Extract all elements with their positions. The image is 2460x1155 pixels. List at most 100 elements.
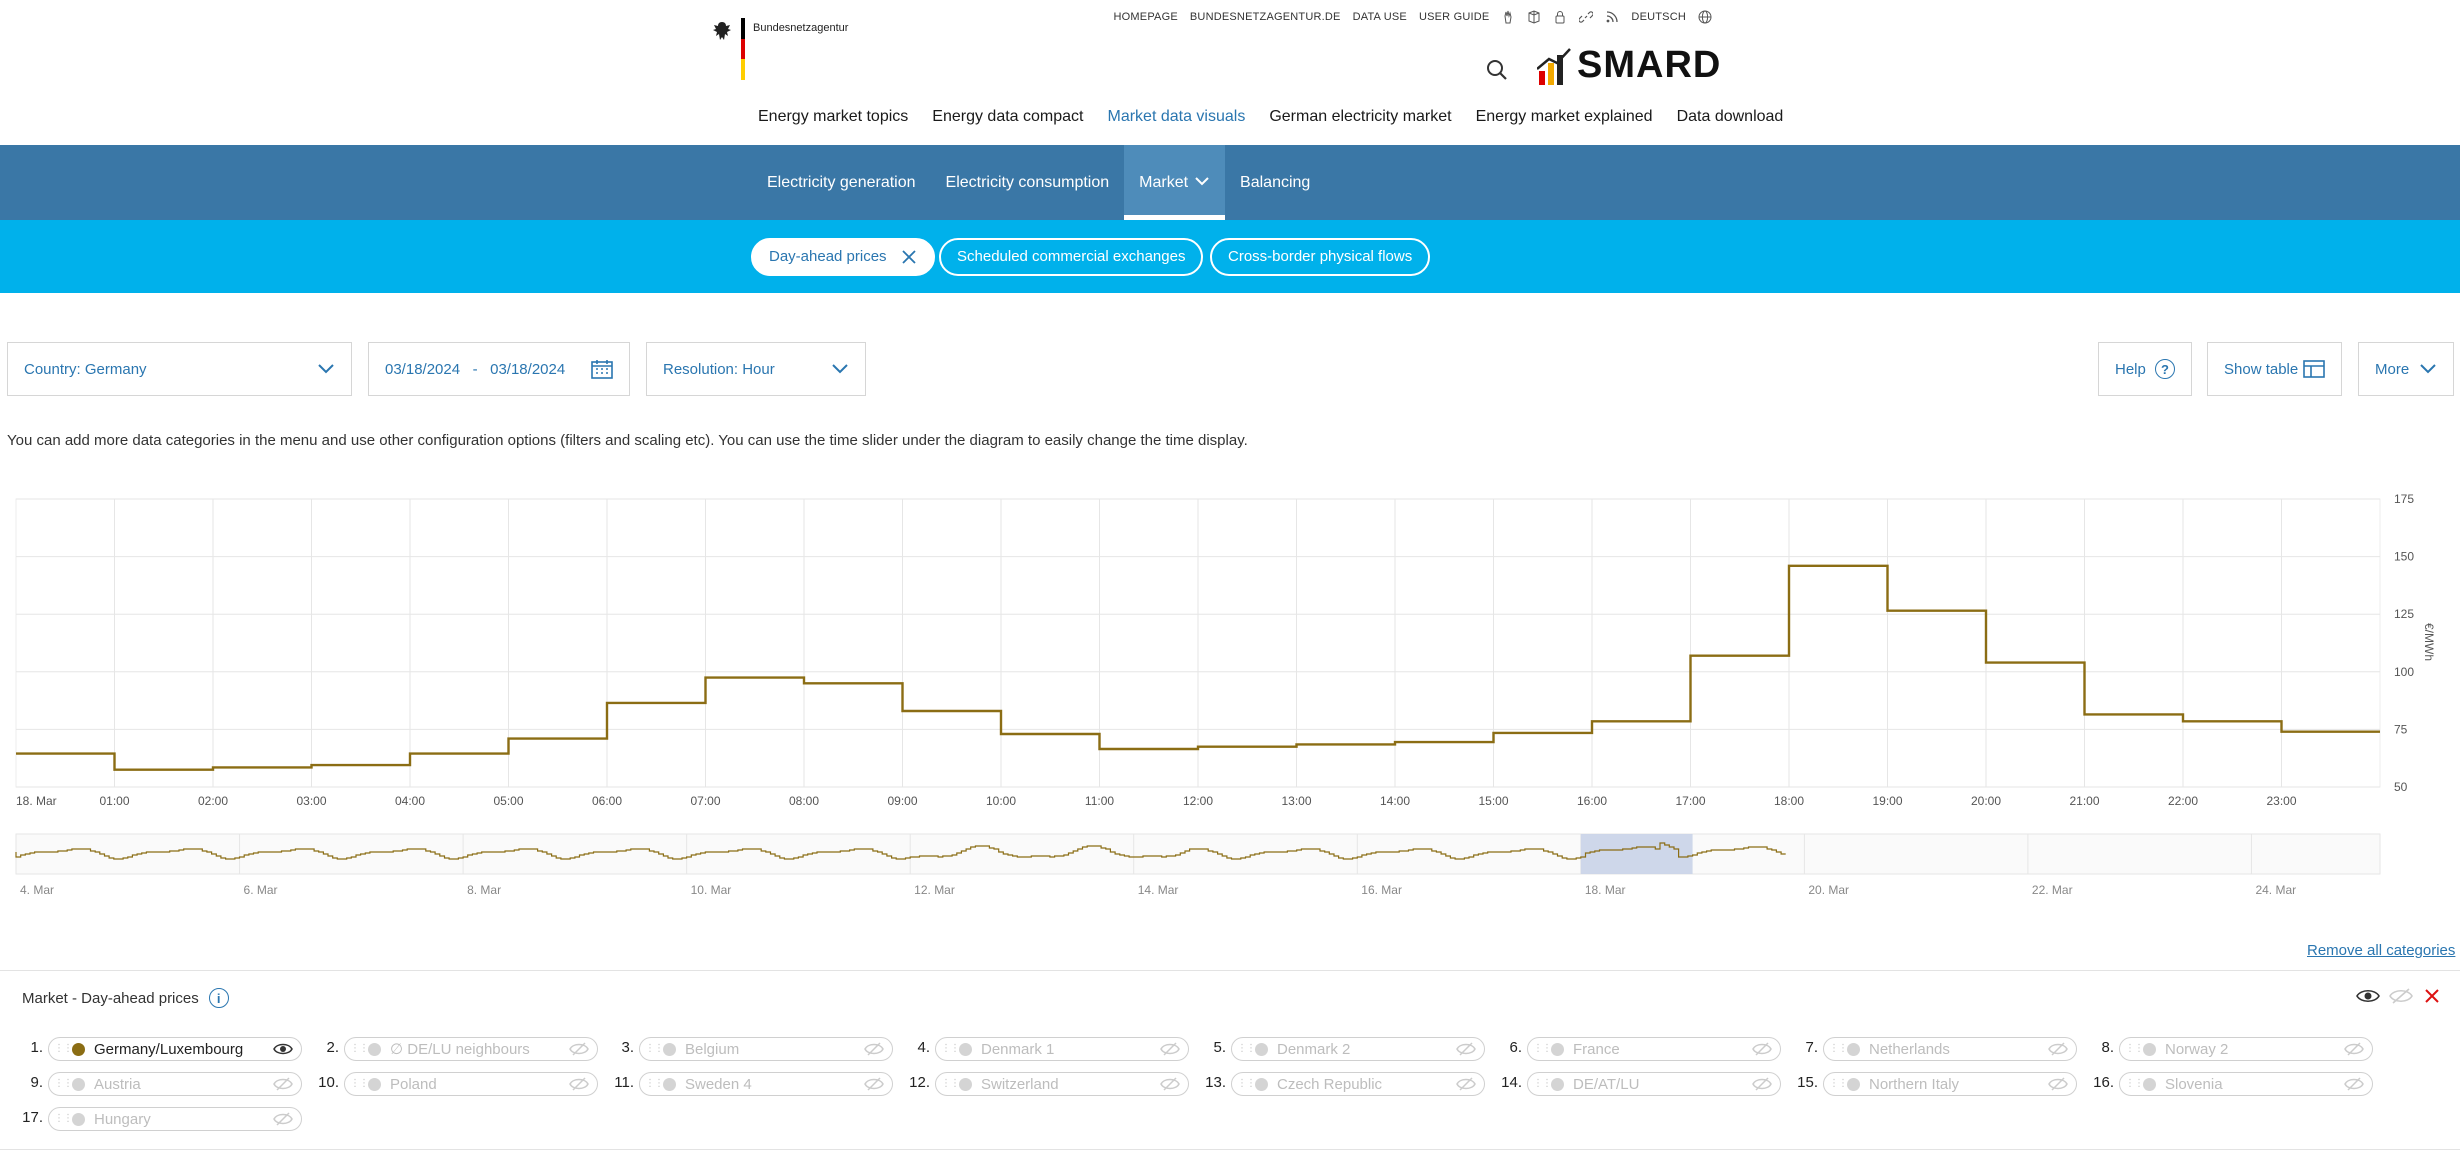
drag-handle-icon[interactable]: ⋮⋮ xyxy=(1533,1044,1552,1054)
drag-handle-icon[interactable]: ⋮⋮ xyxy=(941,1079,960,1089)
eye-off-icon[interactable] xyxy=(273,1077,293,1091)
main-nav-item-german-electricity-market[interactable]: German electricity market xyxy=(1257,104,1463,144)
price-chart[interactable]: 50 75 100 125 150 175 €/MWh 18. Mar 01:00 02:00 03… xyxy=(0,488,2460,898)
drag-handle-icon[interactable]: ⋮⋮ xyxy=(1829,1079,1848,1089)
legend-item[interactable]: ⋮⋮ Denmark 2 xyxy=(1231,1037,1485,1061)
legend-item[interactable]: ⋮⋮ Poland xyxy=(344,1072,598,1096)
data-point[interactable] xyxy=(1001,731,1100,737)
sign-language-icon[interactable] xyxy=(1501,10,1515,24)
eye-off-icon[interactable] xyxy=(2344,1077,2364,1091)
eye-off-icon[interactable] xyxy=(569,1077,589,1091)
remove-all-close-icon[interactable] xyxy=(2424,988,2440,1004)
top-link-homepage[interactable]: HOMEPAGE xyxy=(1114,11,1178,23)
pill-day-ahead-prices[interactable]: Day-ahead prices xyxy=(751,238,935,276)
legend-item[interactable]: ⋮⋮ Czech Republic xyxy=(1231,1072,1485,1096)
drag-handle-icon[interactable]: ⋮⋮ xyxy=(941,1044,960,1054)
easy-language-icon[interactable] xyxy=(1527,10,1541,24)
close-icon[interactable] xyxy=(901,249,917,265)
drag-handle-icon[interactable]: ⋮⋮ xyxy=(1237,1079,1256,1089)
drag-handle-icon[interactable]: ⋮⋮ xyxy=(350,1079,369,1089)
eye-off-icon[interactable] xyxy=(1456,1077,1476,1091)
globe-icon[interactable] xyxy=(1698,10,1712,24)
data-point[interactable] xyxy=(903,708,1002,714)
eye-off-icon[interactable] xyxy=(864,1042,884,1056)
drag-handle-icon[interactable]: ⋮⋮ xyxy=(2125,1079,2144,1089)
language-switch[interactable]: DEUTSCH xyxy=(1631,11,1686,23)
drag-handle-icon[interactable]: ⋮⋮ xyxy=(54,1044,73,1054)
data-point[interactable] xyxy=(1494,730,1593,736)
data-point[interactable] xyxy=(1592,718,1691,724)
eye-icon[interactable] xyxy=(273,1042,293,1056)
data-point[interactable] xyxy=(1198,744,1297,750)
sub-nav-item-balancing[interactable]: Balancing xyxy=(1225,145,1325,220)
eye-off-icon[interactable] xyxy=(1752,1077,1772,1091)
main-nav-item-market-data-visuals[interactable]: Market data visuals xyxy=(1095,104,1258,160)
legend-item[interactable]: ⋮⋮ Northern Italy xyxy=(1823,1072,2077,1096)
eye-off-icon[interactable] xyxy=(273,1112,293,1126)
drag-handle-icon[interactable]: ⋮⋮ xyxy=(645,1044,664,1054)
show-table-button[interactable]: Show table xyxy=(2207,342,2342,396)
data-point[interactable] xyxy=(1100,746,1199,752)
hide-all-eye-icon[interactable] xyxy=(2389,988,2413,1004)
search-icon[interactable] xyxy=(1485,58,1509,82)
data-point[interactable] xyxy=(1297,741,1396,747)
legend-item[interactable]: ⋮⋮ Austria xyxy=(48,1072,302,1096)
eye-off-icon[interactable] xyxy=(1752,1042,1772,1056)
eye-off-icon[interactable] xyxy=(1160,1042,1180,1056)
sub-nav-item-market[interactable]: Market xyxy=(1124,145,1226,220)
drag-handle-icon[interactable]: ⋮⋮ xyxy=(1533,1079,1552,1089)
legend-item[interactable]: ⋮⋮ Denmark 1 xyxy=(935,1037,1189,1061)
top-link-bundesnetzagentur[interactable]: BUNDESNETZAGENTUR.DE xyxy=(1190,11,1341,23)
drag-handle-icon[interactable]: ⋮⋮ xyxy=(54,1079,73,1089)
data-point[interactable] xyxy=(509,736,608,742)
eye-off-icon[interactable] xyxy=(1456,1042,1476,1056)
data-point[interactable] xyxy=(410,751,509,757)
data-point[interactable] xyxy=(1395,739,1494,745)
drag-handle-icon[interactable]: ⋮⋮ xyxy=(2125,1044,2144,1054)
drag-handle-icon[interactable]: ⋮⋮ xyxy=(350,1044,369,1054)
drag-handle-icon[interactable]: ⋮⋮ xyxy=(645,1079,664,1089)
legend-item[interactable]: ⋮⋮ Netherlands xyxy=(1823,1037,2077,1061)
data-point[interactable] xyxy=(2282,729,2381,735)
legend-item[interactable]: ⋮⋮ Norway 2 xyxy=(2119,1037,2373,1061)
data-point[interactable] xyxy=(213,764,312,770)
main-nav-item-energy-market-explained[interactable]: Energy market explained xyxy=(1464,104,1665,144)
data-point[interactable] xyxy=(2085,711,2184,717)
pill-cross-border-physical-flows[interactable]: Cross-border physical flows xyxy=(1210,238,1431,276)
data-point[interactable] xyxy=(706,675,805,681)
legend-item[interactable]: ⋮⋮ ∅ DE/LU neighbours xyxy=(344,1037,598,1061)
legend-item[interactable]: ⋮⋮ France xyxy=(1527,1037,1781,1061)
data-point[interactable] xyxy=(1691,653,1790,659)
help-button[interactable]: Help ? xyxy=(2098,342,2192,396)
data-point[interactable] xyxy=(16,751,115,757)
legend-item[interactable]: ⋮⋮ Hungary xyxy=(48,1107,302,1131)
data-point[interactable] xyxy=(607,700,706,706)
legend-item[interactable]: ⋮⋮ Germany/Luxembourg xyxy=(48,1037,302,1061)
country-select[interactable]: Country: Germany xyxy=(7,342,352,396)
date-range-picker[interactable]: 03/18/2024 - 03/18/2024 xyxy=(368,342,630,396)
sub-nav-item-electricity-generation[interactable]: Electricity generation xyxy=(752,145,931,220)
drag-handle-icon[interactable]: ⋮⋮ xyxy=(1829,1044,1848,1054)
data-point[interactable] xyxy=(312,762,411,768)
eye-off-icon[interactable] xyxy=(569,1042,589,1056)
legend-item[interactable]: ⋮⋮ Sweden 4 xyxy=(639,1072,893,1096)
remove-all-categories-link[interactable]: Remove all categories xyxy=(2307,942,2455,959)
drag-handle-icon[interactable]: ⋮⋮ xyxy=(1237,1044,1256,1054)
main-nav-item-energy-market-topics[interactable]: Energy market topics xyxy=(746,104,920,144)
bundesnetzagentur-logo[interactable]: Bundesnetzagentur xyxy=(711,18,848,81)
eye-off-icon[interactable] xyxy=(2344,1042,2364,1056)
data-point[interactable] xyxy=(1888,608,1987,614)
data-point[interactable] xyxy=(2183,718,2282,724)
main-nav-item-data-download[interactable]: Data download xyxy=(1665,104,1796,144)
link-icon[interactable] xyxy=(1579,10,1594,24)
data-point[interactable] xyxy=(1789,563,1888,569)
resolution-select[interactable]: Resolution: Hour xyxy=(646,342,866,396)
eye-off-icon[interactable] xyxy=(2048,1077,2068,1091)
top-link-user-guide[interactable]: USER GUIDE xyxy=(1419,11,1489,23)
top-link-data-use[interactable]: DATA USE xyxy=(1353,11,1407,23)
data-point[interactable] xyxy=(1986,660,2085,666)
eye-off-icon[interactable] xyxy=(864,1077,884,1091)
rss-icon[interactable] xyxy=(1605,10,1619,24)
more-button[interactable]: More xyxy=(2358,342,2454,396)
lock-icon[interactable] xyxy=(1553,10,1567,24)
